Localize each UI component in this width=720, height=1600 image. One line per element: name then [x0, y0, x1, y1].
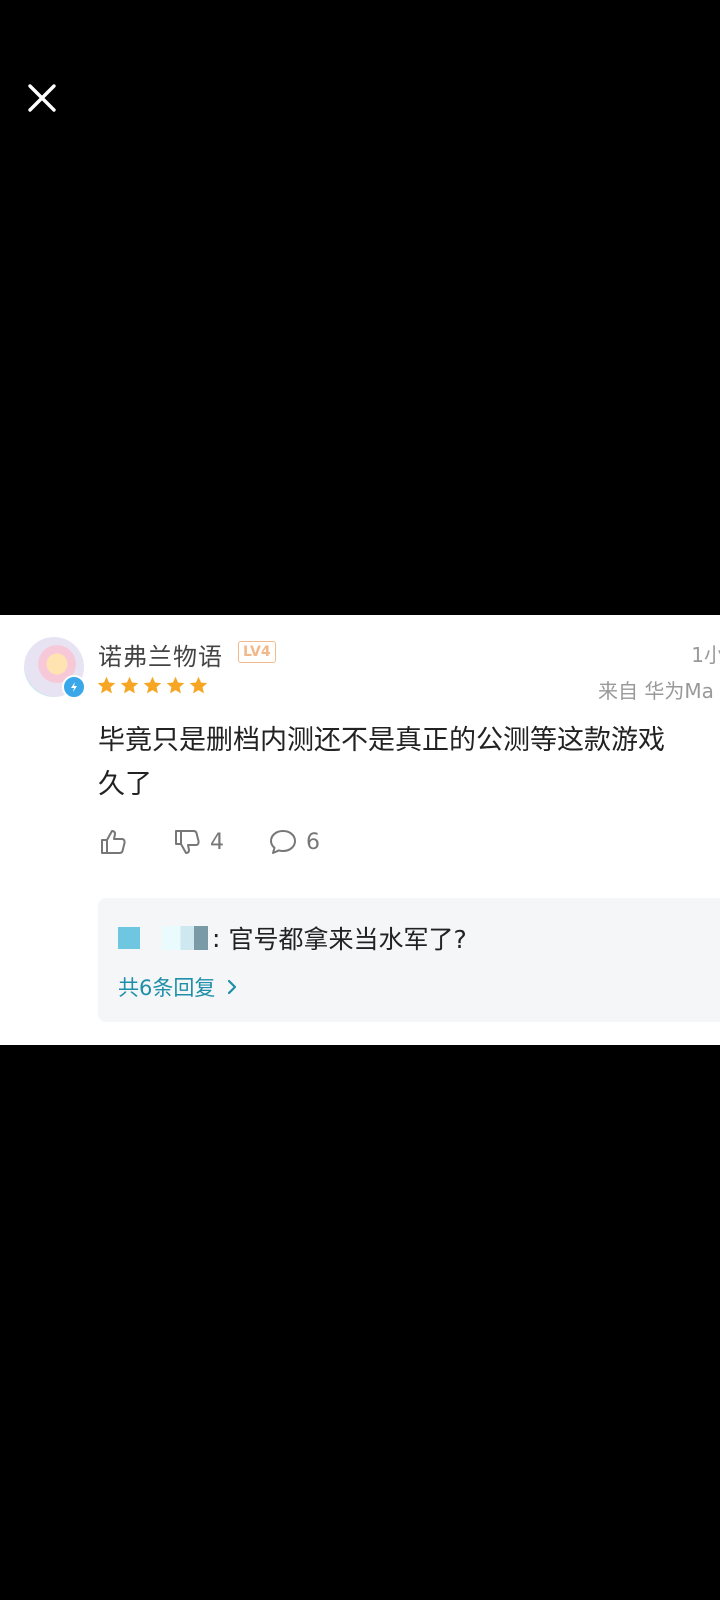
- reply-line: : 官号都拿来当水军了?: [118, 920, 467, 956]
- thumbs-up-icon: [101, 830, 126, 854]
- star-icon: [143, 676, 162, 694]
- close-icon: [28, 84, 56, 112]
- reply-button[interactable]: 6: [268, 827, 320, 857]
- device-label: 来自 华为Ma: [598, 679, 714, 703]
- close-button[interactable]: [22, 78, 62, 118]
- avatar[interactable]: [24, 637, 86, 699]
- thumbs-down-icon: [175, 830, 200, 854]
- like-button[interactable]: [98, 827, 128, 857]
- star-icon: [189, 676, 208, 694]
- star-icon: [120, 676, 139, 694]
- view-all-replies-link[interactable]: 共6条回复: [118, 972, 241, 1002]
- timestamp: 1小: [691, 643, 720, 667]
- reply-count: 6: [306, 829, 320, 855]
- reply-preview[interactable]: : 官号都拿来当水军了? 共6条回复: [98, 898, 720, 1022]
- star-icon: [166, 676, 185, 694]
- comment-body: 毕竟只是删档内测还不是真正的公测等这款游戏 久了: [98, 725, 665, 800]
- reply-avatar-redacted: [118, 927, 140, 949]
- comment-bubble-icon: [270, 830, 296, 854]
- action-bar: 4 6: [98, 827, 320, 857]
- reply-author-redacted: [162, 926, 208, 950]
- username[interactable]: 诺弗兰物语: [98, 637, 223, 672]
- reply-separator: :: [212, 923, 221, 953]
- dislike-count: 4: [210, 829, 224, 855]
- dislike-button[interactable]: 4: [172, 827, 224, 857]
- star-rating: [96, 675, 209, 696]
- verified-badge-icon: [62, 675, 86, 699]
- level-badge: LV4: [238, 641, 276, 663]
- star-icon: [97, 676, 116, 694]
- view-all-replies-label: 共6条回复: [118, 976, 216, 1000]
- comment-card: 诺弗兰物语 LV4 1小 来自 华为Ma 毕竟只是删档内测还不是真正的公测等这款…: [0, 615, 720, 1045]
- reply-text: 官号都拿来当水军了?: [228, 925, 467, 954]
- chevron-right-icon: [228, 979, 237, 995]
